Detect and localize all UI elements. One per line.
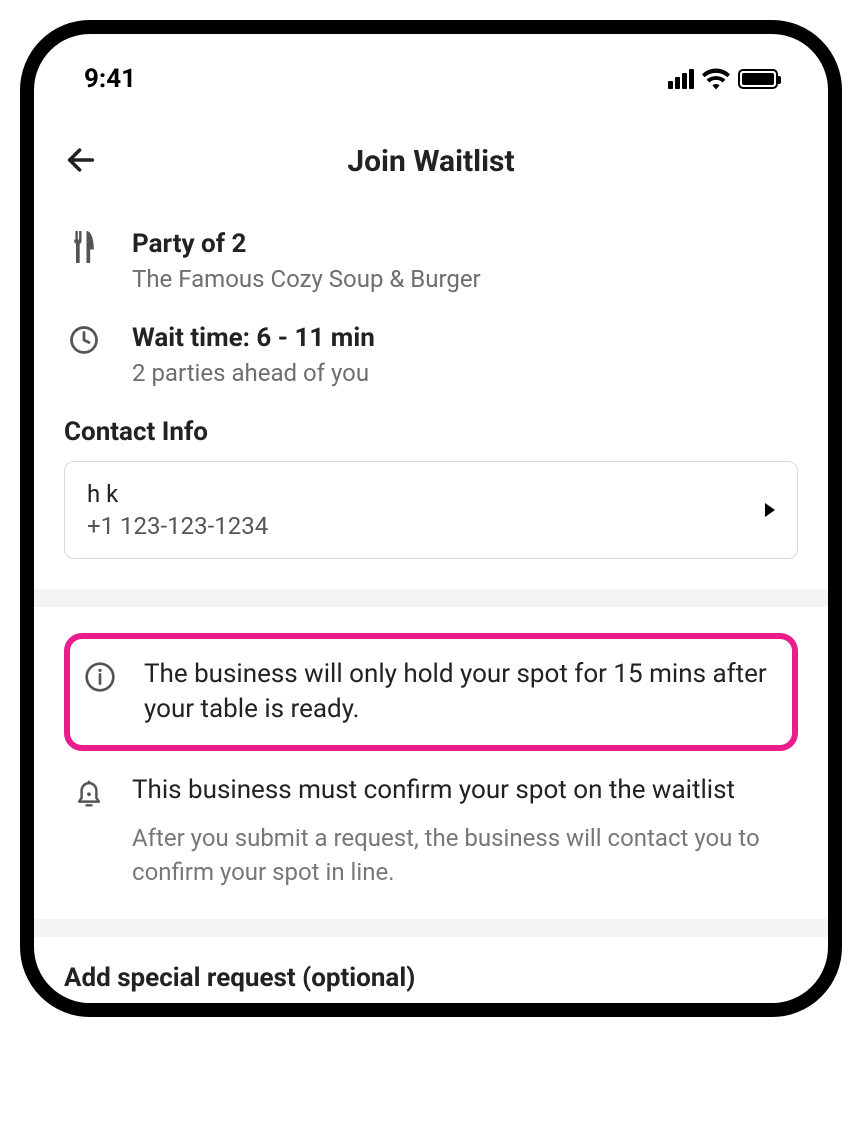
party-size-label: Party of 2: [132, 229, 481, 259]
confirm-notice-row: This business must confirm your spot on …: [64, 773, 798, 889]
info-icon: [84, 657, 116, 693]
device-frame: 9:41 Join Waitlist Party of 2 The Famous…: [20, 20, 842, 1017]
wifi-icon: [702, 68, 730, 90]
back-button[interactable]: [64, 143, 98, 181]
confirm-notice-title: This business must confirm your spot on …: [132, 773, 788, 808]
utensils-icon: [64, 229, 104, 263]
queue-position-label: 2 parties ahead of you: [132, 359, 375, 387]
special-request-heading: Add special request (optional): [64, 963, 798, 1003]
contact-info-heading: Contact Info: [64, 417, 798, 447]
status-bar: 9:41: [34, 54, 828, 104]
content: Party of 2 The Famous Cozy Soup & Burger…: [34, 199, 828, 1003]
page-title: Join Waitlist: [64, 144, 798, 179]
contact-card[interactable]: h k +1 123-123-1234: [64, 461, 798, 559]
contact-phone: +1 123-123-1234: [87, 512, 268, 540]
party-info-row: Party of 2 The Famous Cozy Soup & Burger: [64, 229, 798, 293]
section-divider: [34, 589, 828, 607]
section-divider: [34, 919, 828, 937]
battery-icon: [738, 69, 778, 89]
cellular-icon: [668, 69, 694, 89]
restaurant-name: The Famous Cozy Soup & Burger: [132, 265, 481, 293]
wait-time-label: Wait time: 6 - 11 min: [132, 323, 375, 353]
header: Join Waitlist: [34, 104, 828, 199]
wait-time-row: Wait time: 6 - 11 min 2 parties ahead of…: [64, 323, 798, 387]
clock-icon: [64, 323, 104, 355]
hold-time-text: The business will only hold your spot fo…: [144, 657, 778, 727]
back-arrow-icon: [64, 143, 98, 177]
confirm-notice-body: After you submit a request, the business…: [132, 822, 788, 889]
hold-time-notice: The business will only hold your spot fo…: [64, 633, 798, 751]
contact-name: h k: [87, 480, 268, 508]
caret-right-icon: [765, 503, 775, 517]
status-icons: [668, 68, 778, 90]
status-time: 9:41: [84, 64, 136, 94]
bell-icon: [74, 773, 104, 809]
